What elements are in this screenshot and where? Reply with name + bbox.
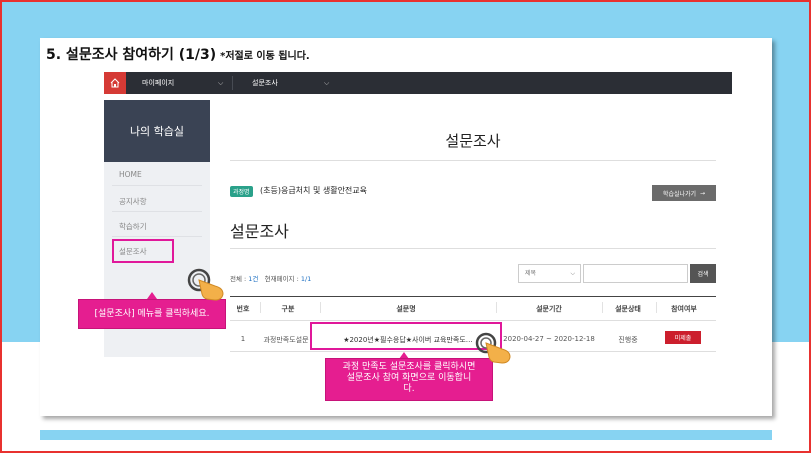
course-name: (초등)응급처치 및 생활안전교육 xyxy=(260,186,368,195)
sidebar-divider xyxy=(112,236,202,237)
slide-note: *저절로 이동 됩니다. xyxy=(220,51,310,62)
nav-mypage[interactable]: 마이페이지 xyxy=(142,72,174,94)
chevron-down-icon[interactable]: ⌵ xyxy=(324,72,329,94)
table-callout-line: 과정 만족도 설문조사를 클릭하시면 xyxy=(342,362,476,372)
slide-heading: 5. 설문조사 참여하기 (1/3) *저절로 이동 됩니다. xyxy=(46,44,310,64)
sidebar-divider xyxy=(112,185,202,186)
sidebar-title: 나의 학습실 xyxy=(104,100,210,162)
row-status: 진행중 xyxy=(618,336,638,344)
header-divider xyxy=(260,302,261,313)
count-page: 1/1 xyxy=(300,275,312,283)
table-header: 설문명 xyxy=(396,305,416,313)
bottom-stripe xyxy=(40,430,772,440)
search-input[interactable] xyxy=(583,264,688,283)
exit-classroom-label: 학습실나가기 xyxy=(662,190,697,198)
count-page-label: 현재페이지 : xyxy=(264,275,301,283)
nav-divider xyxy=(232,76,233,90)
course-badge: 과정명 xyxy=(230,186,253,197)
exit-classroom-button[interactable]: 학습실나가기 → xyxy=(652,185,716,201)
callout-arrow xyxy=(147,292,157,299)
search-button[interactable]: 검색 xyxy=(690,264,716,283)
chevron-down-icon: ⌵ xyxy=(570,270,575,277)
count-total-label: 전체 : xyxy=(230,275,249,283)
sidebar-item-home[interactable]: HOME xyxy=(119,170,142,179)
search-field-value: 제목 xyxy=(525,270,537,277)
sidebar-item-learning[interactable]: 학습하기 xyxy=(119,221,147,232)
table-bottom-border xyxy=(230,351,716,352)
table-header: 구분 xyxy=(281,305,295,313)
table-header: 설문기간 xyxy=(536,305,562,313)
page-title: 설문조사 xyxy=(445,132,501,150)
header-divider xyxy=(496,302,497,313)
click-pointer-icon xyxy=(187,268,224,301)
sidebar-callout: [설문조사] 메뉴를 클릭하세요. xyxy=(78,299,226,329)
header-divider xyxy=(656,302,657,313)
table-header: 설문상태 xyxy=(615,305,641,313)
count-total: 1건 xyxy=(248,275,259,283)
sidebar-divider xyxy=(112,211,202,212)
table-header-border xyxy=(230,320,716,321)
search-field-select[interactable]: 제목 ⌵ xyxy=(518,264,581,283)
home-button[interactable] xyxy=(104,72,126,94)
header-divider xyxy=(320,302,321,313)
sidebar-item-notice[interactable]: 공지사항 xyxy=(119,196,147,207)
top-nav: 마이페이지 ⌵ 설문조사 ⌵ xyxy=(104,72,732,94)
table-callout-line: 다. xyxy=(403,384,415,394)
participation-status-badge[interactable]: 미제출 xyxy=(665,331,701,344)
slide-title: 5. 설문조사 참여하기 (1/3) xyxy=(46,47,217,63)
sidebar-survey-highlight xyxy=(112,239,174,263)
table-header: 번호 xyxy=(236,305,250,313)
home-icon xyxy=(110,78,120,88)
slide-frame: 5. 설문조사 참여하기 (1/3) *저절로 이동 됩니다. 마이페이지 ⌵ 설… xyxy=(0,0,811,453)
table-callout: 과정 만족도 설문조사를 클릭하시면 설문조사 참여 화면으로 이동합니 다. xyxy=(325,358,493,401)
section-divider xyxy=(230,248,716,249)
table-top-border xyxy=(230,296,716,297)
section-title: 설문조사 xyxy=(230,222,289,241)
row-category: 과정만족도설문 xyxy=(263,336,309,344)
table-callout-line: 설문조사 참여 화면으로 이동합니 xyxy=(346,373,472,383)
row-number: 1 xyxy=(240,335,246,343)
title-divider xyxy=(230,160,716,161)
nav-survey[interactable]: 설문조사 xyxy=(252,72,278,94)
arrow-right-icon: → xyxy=(700,189,706,197)
table-header: 참여여부 xyxy=(671,305,697,313)
result-count: 전체 : 1건 현재페이지 : 1/1 xyxy=(230,273,311,283)
chevron-down-icon[interactable]: ⌵ xyxy=(218,72,223,94)
click-pointer-icon xyxy=(475,332,511,364)
